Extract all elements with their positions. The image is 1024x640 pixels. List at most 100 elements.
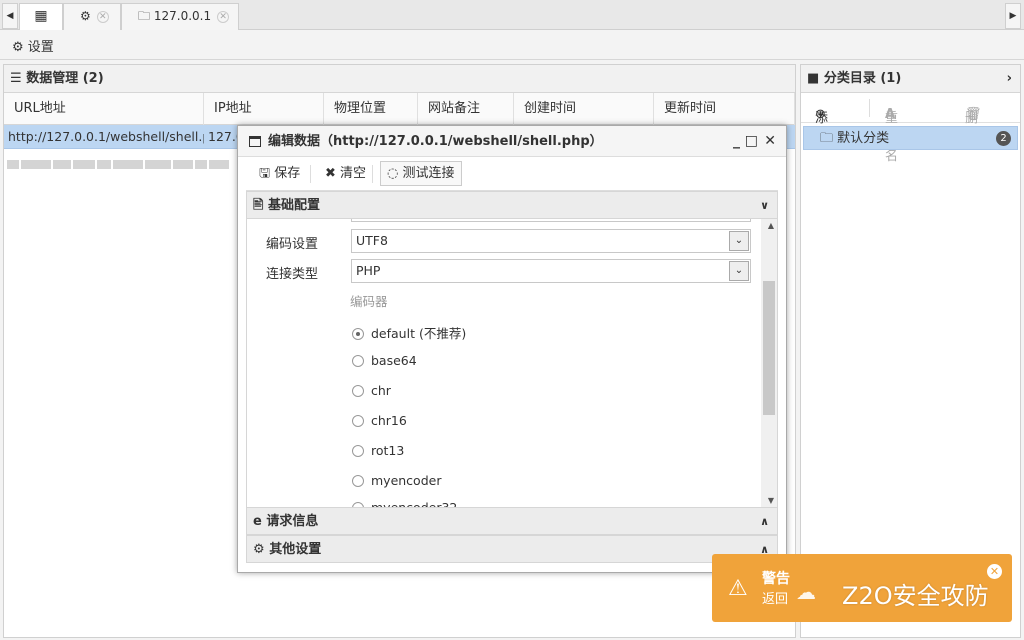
category-toolbar: ⊕ 添加 A 重命名 🗑 删除 [801, 93, 1020, 164]
toast-close-button[interactable]: ✕ [987, 564, 1002, 579]
scrollbar-thumb[interactable] [763, 281, 775, 415]
radio-circle [352, 475, 364, 487]
save-label: 保存 [274, 166, 301, 181]
tab-settings[interactable]: ⚙ ✕ [63, 3, 121, 30]
dialog-toolbar: 🖫 保存 ✖ 清空 ◌ 测试连接 [246, 157, 778, 191]
column-location[interactable]: 物理位置 [324, 93, 418, 125]
radio-circle [352, 355, 364, 367]
column-updated[interactable]: 更新时间 [654, 93, 795, 125]
gears-icon: ⚙ [253, 542, 265, 557]
encoder-label: myencoder [371, 473, 442, 488]
category-count-badge: 2 [996, 131, 1011, 146]
wechat-icon: ☁ [796, 580, 816, 604]
chevron-down-icon: ⌄ [729, 261, 749, 281]
section-request-info[interactable]: e 请求信息 ∧ [246, 507, 778, 535]
encoder-label: chr [371, 383, 391, 398]
encoder-radio-default[interactable]: default (不推荐) [352, 323, 466, 342]
tab-host-label: 127.0.0.1 [153, 9, 212, 23]
section-other-settings[interactable]: ⚙ 其他设置 ∧ [246, 535, 778, 563]
encoder-radio-chr[interactable]: chr [352, 383, 391, 398]
toolbar-divider [869, 99, 870, 117]
category-item[interactable]: 🗀 默认分类 2 [803, 126, 1018, 150]
conn-type-value: PHP [356, 263, 381, 278]
section-basic-config[interactable]: 🖹 基础配置 ∨ [246, 191, 778, 219]
edit-data-dialog: 编辑数据（http://127.0.0.1/webshell/shell.php… [237, 125, 787, 573]
tab-scroll-left-button[interactable]: ◀ [2, 3, 18, 29]
folder-icon: ■ [807, 71, 820, 86]
radio-circle [352, 445, 364, 457]
encoder-label: rot13 [371, 443, 405, 458]
toolbar-divider [310, 165, 311, 183]
basic-config-body: 编码设置 UTF8 ⌄ 连接类型 PHP ⌄ 编码器 default (不推荐)… [246, 219, 778, 507]
encoder-title: 编码器 [350, 294, 388, 309]
dialog-title: 编辑数据（http://127.0.0.1/webshell/shell.php… [268, 134, 603, 149]
conn-type-select[interactable]: PHP ⌄ [351, 259, 751, 283]
tab-scroll-right-button[interactable]: ▶ [1005, 3, 1021, 29]
gear-icon: ⚙ [80, 9, 91, 23]
encoder-radio-rot13[interactable]: rot13 [352, 443, 404, 458]
encoder-radio-base64[interactable]: base64 [352, 353, 417, 368]
list-icon: ☰ [10, 71, 22, 86]
test-connection-button[interactable]: ◌ 测试连接 [380, 161, 462, 186]
clear-button[interactable]: ✖ 清空 [318, 161, 373, 186]
folder-outline-icon: 🗀 [820, 131, 834, 146]
encoding-label: 编码设置 [266, 237, 319, 252]
category-item-label: 默认分类 [837, 131, 890, 146]
row-url: http://127.0.0.1/webshell/shell.php [8, 129, 204, 144]
section-request-label: 请求信息 [266, 514, 319, 529]
column-url[interactable]: URL地址 [4, 93, 204, 125]
dialog-titlebar[interactable]: 编辑数据（http://127.0.0.1/webshell/shell.php… [238, 126, 786, 157]
warning-icon: ⚠ [728, 576, 748, 601]
toolbar-divider [372, 165, 373, 183]
scrollbar[interactable]: ▲ ▼ [761, 219, 777, 507]
spinner-icon: ◌ [387, 166, 399, 181]
category-panel-header: ■ 分类目录 (1) › [801, 65, 1020, 93]
table-row-redacted[interactable] [7, 157, 239, 173]
encoding-value: UTF8 [356, 233, 388, 248]
encoder-radio-myencoder32[interactable]: myencoder32 [352, 500, 457, 507]
encoder-label: base64 [371, 353, 417, 368]
section-other-label: 其他设置 [269, 542, 322, 557]
tab-home[interactable]: ▦ [19, 3, 63, 30]
column-ip[interactable]: IP地址 [204, 93, 324, 125]
data-panel-header: ☰ 数据管理 (2) [4, 65, 795, 93]
clear-label: 清空 [340, 166, 367, 181]
section-basic-label: 基础配置 [267, 198, 320, 213]
minimize-button[interactable]: _ [733, 126, 740, 157]
tab-bar: ◀ ▦ ⚙ ✕ 🗀 127.0.0.1 ✕ ▶ [0, 0, 1024, 30]
maximize-button[interactable]: □ [745, 126, 758, 157]
category-panel-title: 分类目录 (1) [823, 71, 902, 86]
radio-circle [352, 415, 364, 427]
close-button[interactable]: ✕ [764, 126, 776, 157]
category-panel: ■ 分类目录 (1) › ⊕ 添加 A 重命名 🗑 删除 🗀 默认分类 2 [800, 64, 1021, 638]
x-icon: ✖ [325, 166, 336, 181]
tab-host[interactable]: 🗀 127.0.0.1 ✕ [121, 3, 239, 30]
scroll-up-icon[interactable]: ▲ [768, 221, 774, 230]
floppy-icon: 🖫 [259, 166, 271, 181]
encoder-radio-chr16[interactable]: chr16 [352, 413, 407, 428]
chevron-right-icon[interactable]: › [1007, 65, 1012, 93]
gear-icon: ⚙ [12, 40, 24, 55]
column-note[interactable]: 网站备注 [418, 93, 514, 125]
encoding-select[interactable]: UTF8 ⌄ [351, 229, 751, 253]
settings-button[interactable]: ⚙ 设置 [12, 36, 54, 55]
tab-close-icon[interactable]: ✕ [217, 11, 230, 23]
grid-icon: ▦ [34, 8, 48, 24]
scroll-down-icon[interactable]: ▼ [768, 496, 774, 505]
conn-type-label: 连接类型 [266, 267, 319, 282]
test-label: 测试连接 [402, 166, 455, 181]
save-button[interactable]: 🖫 保存 [252, 161, 307, 186]
chevron-down-icon: ∨ [760, 199, 769, 212]
column-created[interactable]: 创建时间 [514, 93, 654, 125]
encoder-radio-myencoder[interactable]: myencoder [352, 473, 441, 488]
main-toolbar: ⚙ 设置 [0, 30, 1024, 60]
toast-title: 警告 [762, 571, 790, 587]
warning-toast: ⚠ 警告 返回 ☁ Z2O安全攻防 ✕ [712, 554, 1012, 622]
settings-label: 设置 [27, 40, 54, 55]
chevron-down-icon: ⌄ [729, 231, 749, 251]
window-icon [249, 136, 261, 147]
tab-close-icon[interactable]: ✕ [96, 11, 109, 23]
hidden-field-edge [351, 219, 751, 222]
data-panel-title: 数据管理 (2) [26, 71, 104, 86]
watermark-text: Z2O安全攻防 [842, 582, 989, 610]
